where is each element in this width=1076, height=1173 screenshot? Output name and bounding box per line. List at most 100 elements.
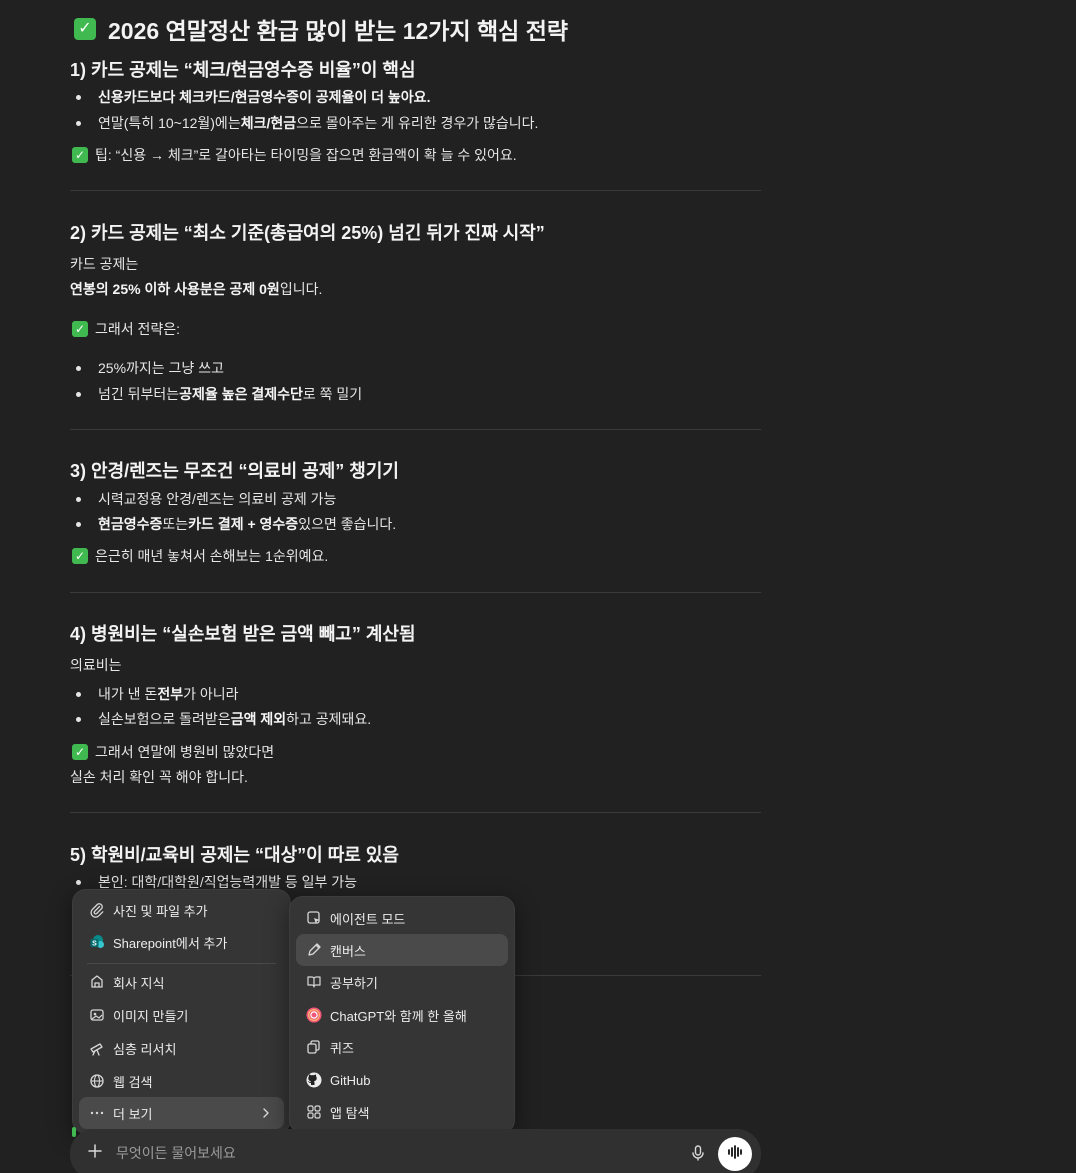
- article-title-row: ✓ 2026 연말정산 환급 많이 받는 12가지 핵심 전략: [74, 12, 568, 46]
- menu-item-deep-research[interactable]: 심층 리서치: [79, 1032, 284, 1064]
- menu-item-label: ChatGPT와 함께 한 올해: [330, 1008, 467, 1024]
- menu-item-agent-mode[interactable]: 에이전트 모드: [296, 902, 508, 934]
- menu-item-label: 사진 및 파일 추가: [113, 903, 208, 919]
- agent-cursor-icon: [306, 910, 322, 926]
- tip-line: ✓ 그래서 전략은:: [72, 319, 180, 339]
- menu-item-canvas[interactable]: 캔버스: [296, 934, 508, 966]
- pen-icon: [306, 942, 322, 958]
- sharepoint-icon: S: [89, 934, 105, 950]
- list-item-text: 시력교정용 안경/렌즈는 의료비 공제 가능: [98, 491, 337, 507]
- menu-item-label: 심층 리서치: [113, 1041, 177, 1057]
- list-item-text: 연말(특히 10~12월)에는: [98, 115, 241, 131]
- tip-line: ✓ 은근히 매년 놓쳐서 손해보는 1순위예요.: [72, 546, 328, 566]
- paragraph: 연봉의 25% 이하 사용분은 공제 0원입니다.: [70, 279, 322, 299]
- list-item-text: 가 아니라: [183, 686, 239, 702]
- list-item-bold: 체크/현금: [240, 115, 297, 131]
- paragraph: 실손 처리 확인 꼭 해야 합니다.: [70, 769, 248, 785]
- menu-item-label: 더 보기: [113, 1106, 153, 1122]
- menu-item-label: 웹 검색: [113, 1074, 153, 1090]
- bullet: [76, 879, 81, 885]
- dictation-button[interactable]: [688, 1143, 708, 1163]
- list-item: 넘긴 뒤부터는 공제율 높은 결제수단 로 쭉 밀기: [76, 384, 362, 404]
- section-3-heading: 3) 안경/렌즈는 무조건 “의료비 공제” 챙기기: [70, 461, 399, 481]
- composer: [70, 1129, 761, 1173]
- paragraph: 카드 공제는: [70, 256, 139, 272]
- plus-icon: [87, 1143, 103, 1164]
- menu-item-label: 퀴즈: [330, 1040, 354, 1056]
- year-review-icon: [306, 1007, 322, 1023]
- bullet: [76, 691, 81, 697]
- menu-item-study[interactable]: 공부하기: [296, 966, 508, 998]
- company-knowledge-icon: [89, 974, 105, 990]
- checkmark-icon: ✓: [72, 548, 88, 564]
- paperclip-icon: [89, 902, 105, 918]
- list-item-bold: 공제율 높은 결제수단: [179, 386, 303, 402]
- menu-item-create-image[interactable]: 이미지 만들기: [79, 999, 284, 1031]
- checkmark-icon: ✓: [72, 744, 88, 760]
- menu-item-company-knowledge[interactable]: 회사 지식: [79, 966, 284, 998]
- tip-text: 팁: “신용 → 체크”로 갈아타는 타이밍을 잡으면 환급액이 확 늘 수 있…: [95, 147, 517, 163]
- voice-mode-button[interactable]: [718, 1137, 752, 1171]
- add-button[interactable]: [80, 1138, 110, 1168]
- menu-item-label: 이미지 만들기: [113, 1008, 189, 1024]
- list-item-text: 신용카드보다 체크카드/현금영수증이 공제율이 더 높아요.: [98, 89, 431, 105]
- more-dots-icon: [89, 1105, 105, 1121]
- list-item: 현금영수증 또는 카드 결제 + 영수증 있으면 좋습니다.: [76, 514, 396, 534]
- menu-item-web-search[interactable]: 웹 검색: [79, 1065, 284, 1097]
- list-item-bold: 금액 제외: [230, 711, 287, 727]
- menu-item-add-photos-files[interactable]: 사진 및 파일 추가: [79, 894, 284, 926]
- list-item: 내가 낸 돈 전부 가 아니라: [76, 684, 239, 704]
- section-4-heading: 4) 병원비는 “실손보험 받은 금액 빼고” 계산됨: [70, 624, 416, 644]
- menu-item-year-review[interactable]: ChatGPT와 함께 한 올해: [296, 999, 508, 1031]
- microphone-icon: [688, 1145, 708, 1167]
- cards-icon: [306, 1039, 322, 1055]
- list-item-text: 또는: [162, 516, 189, 532]
- list-item-text: 25%까지는 그냥 쓰고: [98, 360, 224, 376]
- menu-item-quiz[interactable]: 퀴즈: [296, 1031, 508, 1063]
- book-icon: [306, 974, 322, 990]
- list-item: 연말(특히 10~12월)에는 체크/현금 으로 몰아주는 게 유리한 경우가 많…: [76, 113, 538, 133]
- list-item: 신용카드보다 체크카드/현금영수증이 공제율이 더 높아요.: [76, 87, 430, 107]
- bullet: [76, 94, 81, 100]
- divider: [70, 592, 761, 593]
- attach-menu: 사진 및 파일 추가 S Sharepoint에서 추가 회사 지식 이미지 만…: [72, 889, 291, 1134]
- globe-icon: [89, 1073, 105, 1089]
- image-create-icon: [89, 1007, 105, 1023]
- section-5-heading: 5) 학원비/교육비 공제는 “대상”이 따로 있음: [70, 845, 399, 865]
- menu-item-label: 앱 탐색: [330, 1105, 370, 1121]
- github-icon: [306, 1072, 322, 1088]
- paragraph-text: 입니다.: [279, 281, 323, 297]
- menu-item-github[interactable]: GitHub: [296, 1064, 508, 1096]
- prompt-input[interactable]: [116, 1143, 636, 1163]
- section-1-heading: 1) 카드 공제는 “체크/현금영수증 비율”이 핵심: [70, 60, 416, 80]
- bullet: [76, 120, 81, 126]
- menu-item-label: 에이전트 모드: [330, 911, 406, 927]
- waveform-icon: [726, 1143, 744, 1166]
- list-item-bold: 카드 결제 + 영수증: [188, 516, 299, 532]
- menu-item-more[interactable]: 더 보기: [79, 1097, 284, 1129]
- tip-text: 은근히 매년 놓쳐서 손해보는 1순위예요.: [95, 548, 329, 564]
- menu-item-sharepoint[interactable]: S Sharepoint에서 추가: [79, 926, 284, 958]
- list-item-text: 로 쭉 밀기: [302, 386, 363, 402]
- telescope-icon: [89, 1040, 105, 1056]
- menu-item-explore-apps[interactable]: 앱 탐색: [296, 1096, 508, 1128]
- divider: [70, 812, 761, 813]
- menu-item-label: 캔버스: [330, 943, 366, 959]
- list-item-text: 있으면 좋습니다.: [298, 516, 397, 532]
- svg-text:S: S: [92, 941, 97, 948]
- apps-grid-icon: [306, 1104, 322, 1120]
- section-2-heading: 2) 카드 공제는 “최소 기준(총급여의 25%) 넘긴 뒤가 진짜 시작”: [70, 223, 545, 243]
- paragraph: 의료비는: [70, 657, 122, 673]
- list-item-text: 내가 낸 돈: [98, 686, 158, 702]
- paragraph-bold: 연봉의 25% 이하 사용분은 공제 0원: [70, 281, 280, 297]
- menu-item-label: Sharepoint에서 추가: [113, 935, 228, 951]
- bullet: [76, 391, 81, 397]
- bullet: [76, 496, 81, 502]
- checkmark-icon: ✓: [72, 321, 88, 337]
- list-item: 25%까지는 그냥 쓰고: [76, 358, 224, 378]
- menu-item-label: 공부하기: [330, 975, 378, 991]
- list-item-text: 으로 몰아주는 게 유리한 경우가 많습니다.: [296, 115, 539, 131]
- list-item-text: 넘긴 뒤부터는: [98, 386, 180, 402]
- list-item-text: 하고 공제돼요.: [286, 711, 372, 727]
- list-item-bold: 현금영수증: [98, 516, 163, 532]
